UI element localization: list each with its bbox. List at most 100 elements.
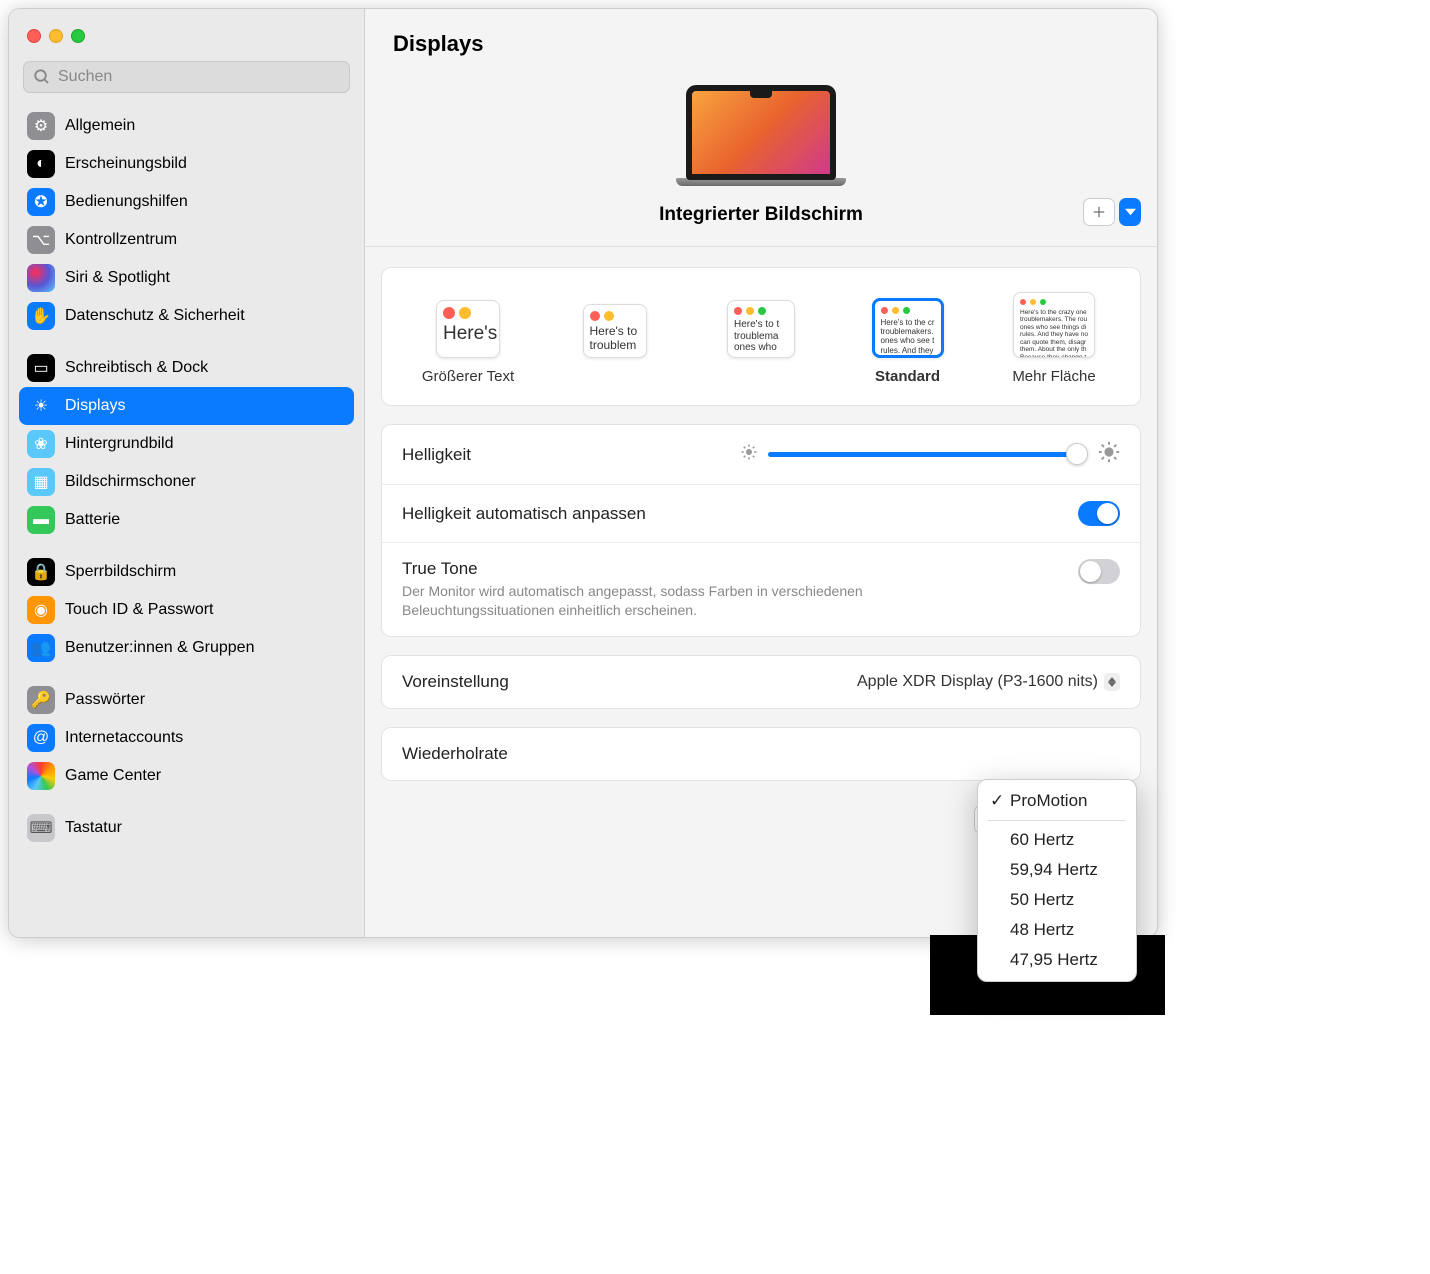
sidebar-item-touch-id-passwort[interactable]: ◉ Touch ID & Passwort [19,591,354,629]
sidebar-item-displays[interactable]: ☀ Displays [19,387,354,425]
internetaccounts-icon: @ [27,724,55,752]
sidebar-item-internetaccounts[interactable]: @ Internetaccounts [19,719,354,757]
sidebar-item-siri-spotlight[interactable]: Siri & Spotlight [19,259,354,297]
refresh-option-5994[interactable]: 59,94 Hertz [978,855,1136,885]
minimize-icon[interactable] [49,29,63,43]
hero: Integrierter Bildschirm [365,67,1157,247]
refresh-option-4795[interactable]: 47,95 Hertz [978,945,1136,975]
bildschirmschoner-icon: ▦ [27,468,55,496]
kontrollzentrum-icon: ⌥ [27,226,55,254]
resolution-option-2[interactable]: Here's to troublem [555,304,675,385]
brightness-row: Helligkeit [382,425,1140,484]
refresh-row: Wiederholrate [382,728,1140,780]
sidebar-item-sperrbildschirm[interactable]: 🔒 Sperrbildschirm [19,553,354,591]
allgemein-icon: ⚙ [27,112,55,140]
preset-row: Voreinstellung Apple XDR Display (P3-160… [382,656,1140,708]
add-display-button[interactable] [1083,198,1115,226]
sidebar-item-label: Kontrollzentrum [65,231,177,249]
truetone-row: True Tone Der Monitor wird automatisch a… [382,542,1140,636]
sidebar-item-schreibtisch-dock[interactable]: ▭ Schreibtisch & Dock [19,349,354,387]
touch-id-passwort-icon: ◉ [27,596,55,624]
sidebar-item-bildschirmschoner[interactable]: ▦ Bildschirmschoner [19,463,354,501]
preset-panel: Voreinstellung Apple XDR Display (P3-160… [381,655,1141,709]
search-icon [33,68,51,91]
schreibtisch-dock-icon: ▭ [27,354,55,382]
settings-content: Here's Größerer Text Here's to troublem … [365,247,1157,860]
sidebar-item-label: Batterie [65,511,120,529]
sidebar-item-label: Datenschutz & Sicherheit [65,307,245,325]
hintergrundbild-icon: ❀ [27,430,55,458]
siri-spotlight-icon [27,264,55,292]
sidebar-item-label: Sperrbildschirm [65,563,176,581]
sidebar-nav: ⚙ Allgemein ◐ Erscheinungsbild ✪ Bedienungshi… [9,103,364,937]
settings-window: ⚙ Allgemein ◐ Erscheinungsbild ✪ Bedienungshi… [8,8,1158,938]
sidebar-item-kontrollzentrum[interactable]: ⌥ Kontrollzentrum [19,221,354,259]
resolution-option-5[interactable]: Here's to the crazy one troublemakers. T… [994,292,1114,385]
search-input[interactable] [23,61,350,93]
sidebar-item-label: Bedienungshilfen [65,193,188,211]
resolution-option-1[interactable]: Here's Größerer Text [408,300,528,385]
sperrbildschirm-icon: 🔒 [27,558,55,586]
sidebar-item-label: Schreibtisch & Dock [65,359,208,377]
page-title: Displays [393,31,1129,57]
laptop-illustration [676,85,846,190]
preset-select[interactable]: Apple XDR Display (P3-1600 nits) [857,673,1120,691]
sidebar-item-label: Tastatur [65,819,122,837]
sidebar-item-batterie[interactable]: ▬ Batterie [19,501,354,539]
truetone-toggle[interactable] [1078,559,1120,584]
updown-icon [1104,673,1120,691]
sidebar-item-label: Passwörter [65,691,145,709]
sidebar-item-label: Game Center [65,767,161,785]
sidebar-item-label: Erscheinungsbild [65,155,187,173]
resolution-panel: Here's Größerer Text Here's to troublem … [381,267,1141,406]
titlebar: Displays [365,9,1157,67]
refresh-panel: Wiederholrate [381,727,1141,781]
sidebar-item-label: Allgemein [65,117,135,135]
auto-brightness-toggle[interactable] [1078,501,1120,526]
resolution-option-3[interactable]: Here's to t troublema ones who [701,300,821,385]
sidebar-item-datenschutz-sicherheit[interactable]: ✋ Datenschutz & Sicherheit [19,297,354,335]
tastatur-icon: ⌨ [27,814,55,842]
game-center-icon [27,762,55,790]
search-field [23,61,350,93]
passw-rter-icon: 🔑 [27,686,55,714]
refresh-rate-dropdown: ProMotion 60 Hertz 59,94 Hertz 50 Hertz … [977,779,1137,982]
sidebar-item-label: Internetaccounts [65,729,183,747]
batterie-icon: ▬ [27,506,55,534]
refresh-option-60[interactable]: 60 Hertz [978,825,1136,855]
refresh-option-48[interactable]: 48 Hertz [978,915,1136,945]
sidebar-item-passw-rter[interactable]: 🔑 Passwörter [19,681,354,719]
sidebar-item-label: Benutzer:innen & Gruppen [65,639,254,657]
sidebar-item-erscheinungsbild[interactable]: ◐ Erscheinungsbild [19,145,354,183]
refresh-option-50[interactable]: 50 Hertz [978,885,1136,915]
sidebar-item-tastatur[interactable]: ⌨ Tastatur [19,809,354,847]
close-icon[interactable] [27,29,41,43]
sidebar-item-bedienungshilfen[interactable]: ✪ Bedienungshilfen [19,183,354,221]
brightness-low-icon [740,443,758,466]
erscheinungsbild-icon: ◐ [27,150,55,178]
bedienungshilfen-icon: ✪ [27,188,55,216]
brightness-high-icon [1098,441,1120,468]
sidebar-item-benutzer-innen-gruppen[interactable]: 👥 Benutzer:innen & Gruppen [19,629,354,667]
brightness-slider[interactable] [768,452,1088,457]
sidebar: ⚙ Allgemein ◐ Erscheinungsbild ✪ Bedienungshi… [9,9,365,937]
display-name: Integrierter Bildschirm [659,204,863,226]
benutzer-innen-gruppen-icon: 👥 [27,634,55,662]
sidebar-item-allgemein[interactable]: ⚙ Allgemein [19,107,354,145]
brightness-panel: Helligkeit Helligkeit autom [381,424,1141,637]
sidebar-item-game-center[interactable]: Game Center [19,757,354,795]
sidebar-item-label: Touch ID & Passwort [65,601,214,619]
window-controls [9,15,364,55]
sidebar-item-label: Hintergrundbild [65,435,174,453]
sidebar-item-label: Bildschirmschoner [65,473,196,491]
display-menu-button[interactable] [1119,198,1141,226]
sidebar-item-label: Displays [65,397,125,415]
sidebar-item-hintergrundbild[interactable]: ❀ Hintergrundbild [19,425,354,463]
datenschutz-sicherheit-icon: ✋ [27,302,55,330]
auto-brightness-row: Helligkeit automatisch anpassen [382,484,1140,542]
sidebar-item-label: Siri & Spotlight [65,269,170,287]
fullscreen-icon[interactable] [71,29,85,43]
refresh-option-promotion[interactable]: ProMotion [978,786,1136,816]
resolution-option-4[interactable]: Here's to the cr troublemakers. ones who… [848,298,968,385]
displays-icon: ☀ [27,392,55,420]
